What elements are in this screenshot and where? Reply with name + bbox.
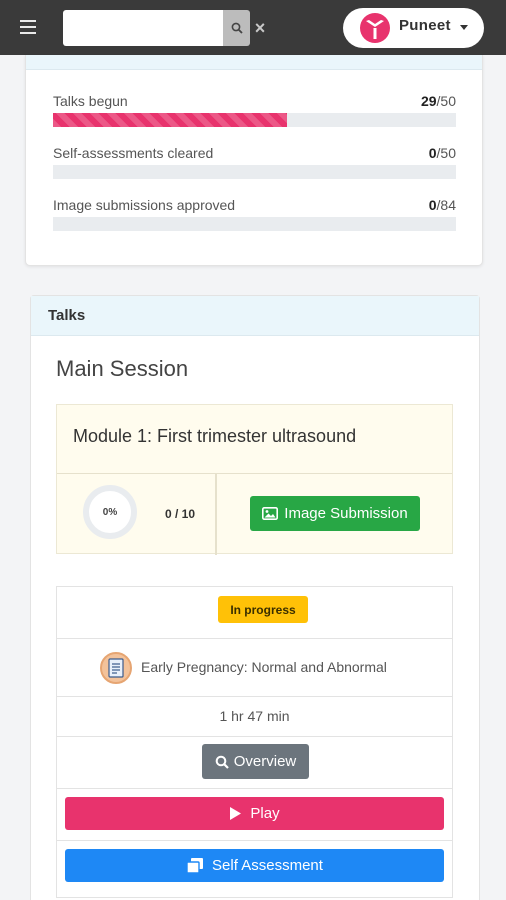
self-assessment-row: Self Assessment	[57, 841, 452, 899]
search-input[interactable]	[63, 10, 223, 46]
document-icon	[100, 652, 132, 684]
progress-bar	[53, 113, 456, 127]
talk-title: Early Pregnancy: Normal and Abnormal	[141, 659, 387, 675]
stat-value: 0/84	[428, 197, 456, 213]
divider	[215, 473, 217, 555]
session-title: Main Session	[56, 356, 189, 381]
play-row: Play	[57, 789, 452, 841]
module-progress-count: 0 / 10	[165, 507, 196, 521]
overview-button[interactable]: Overview	[202, 744, 309, 779]
progress-card-header	[26, 55, 482, 70]
user-name: Puneet	[399, 17, 451, 34]
module-progress-percent: 0%	[102, 506, 118, 518]
overview-row: Overview	[57, 737, 452, 789]
close-icon[interactable]: ×	[252, 16, 268, 40]
self-assessment-button[interactable]: Self Assessment	[65, 849, 444, 882]
module-title: Module 1: First trimester ultrasound	[73, 426, 357, 446]
stat-label: Talks begun	[53, 93, 128, 109]
stat-value: 29/50	[420, 93, 456, 109]
search-button[interactable]	[223, 10, 250, 46]
image-icon	[262, 507, 279, 520]
copy-icon	[186, 858, 204, 874]
talks-heading: Talks	[48, 307, 86, 324]
talk-duration: 1 hr 47 min	[219, 708, 290, 724]
divider	[57, 473, 452, 474]
progress-bar-fill	[53, 113, 287, 127]
overview-label: Overview	[233, 753, 297, 770]
self-assessment-label: Self Assessment	[212, 857, 323, 874]
search-icon	[231, 22, 243, 34]
module-progress-ring: 0%	[83, 485, 137, 539]
progress-bar	[53, 165, 456, 179]
talk-status-row: In progress	[57, 587, 452, 639]
search-icon	[215, 755, 229, 769]
play-label: Play	[250, 805, 280, 822]
status-badge: In progress	[218, 596, 308, 623]
image-submission-label: Image Submission	[284, 505, 408, 522]
hamburger-icon[interactable]	[20, 20, 36, 34]
user-menu-button[interactable]: Puneet	[343, 8, 484, 48]
stat-label: Self-assessments cleared	[53, 145, 214, 161]
module-card: Module 1: First trimester ultrasound 0% …	[56, 404, 453, 555]
play-icon	[230, 807, 242, 820]
progress-card: Talks begun 29/50 Self-assessments clear…	[25, 55, 483, 266]
talk-duration-row: 1 hr 47 min	[57, 697, 452, 737]
talk-title-row: Early Pregnancy: Normal and Abnormal	[57, 639, 452, 697]
caret-down-icon	[460, 25, 468, 30]
stat-label: Image submissions approved	[53, 197, 236, 213]
play-button[interactable]: Play	[65, 797, 444, 830]
progress-bar	[53, 217, 456, 231]
top-navbar: × Puneet	[0, 0, 506, 55]
talks-card-header: Talks	[31, 296, 479, 336]
stat-value: 0/50	[428, 145, 456, 161]
talks-card: Talks Main Session Module 1: First trime…	[30, 295, 480, 900]
image-submission-button[interactable]: Image Submission	[250, 496, 420, 531]
talk-table: In progress Early Pregnancy: Normal and …	[56, 586, 453, 898]
brand-logo-icon	[360, 13, 390, 43]
